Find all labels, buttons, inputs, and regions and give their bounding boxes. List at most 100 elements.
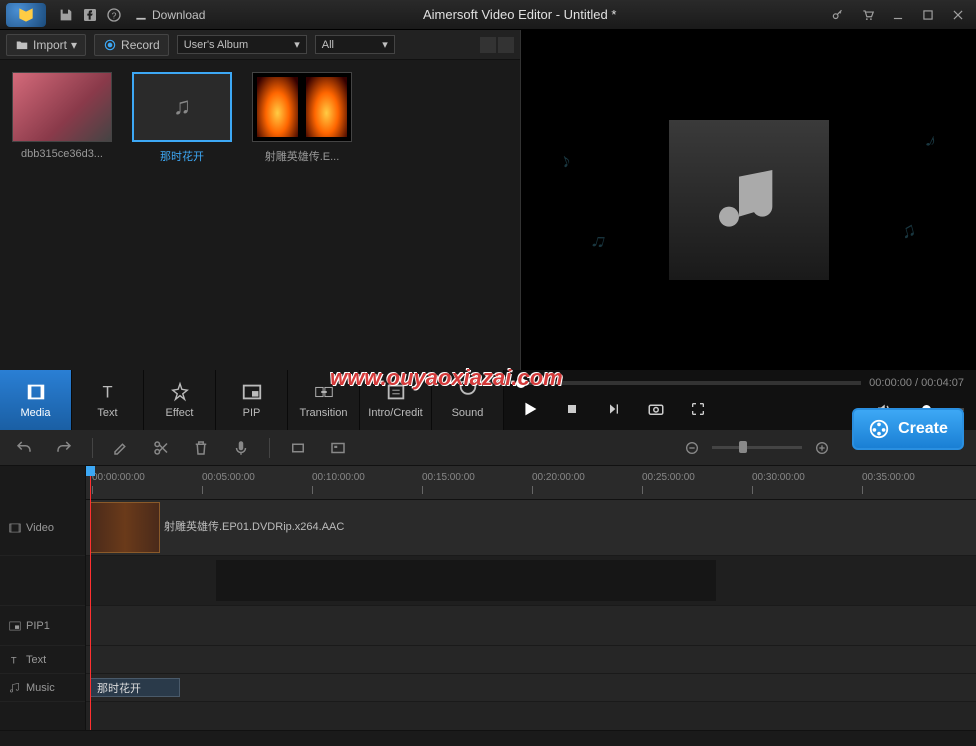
timeline-tracks[interactable]: 00:00:00:00 00:05:00:00 00:10:00:00 00:15:0… bbox=[86, 466, 976, 730]
pip1-track[interactable] bbox=[86, 606, 976, 646]
svg-text:?: ? bbox=[112, 10, 117, 20]
media-item-1[interactable]: ♫那时花开 bbox=[132, 72, 232, 358]
track-label-music[interactable]: Music bbox=[0, 674, 85, 702]
media-grid: dbb315ce36d3... ♫那时花开 射雕英雄传.E... bbox=[0, 60, 520, 370]
music-clip[interactable]: 那时花开 bbox=[90, 678, 180, 697]
timeline-toolbar bbox=[0, 430, 976, 466]
key-icon[interactable] bbox=[826, 3, 850, 27]
maximize-button[interactable] bbox=[916, 3, 940, 27]
music-note-icon bbox=[709, 160, 789, 240]
ruler-tick: 00:30:00:00 bbox=[752, 472, 805, 483]
media-toolbar: Import ▾ Record User's Album▾ All▾ bbox=[0, 30, 520, 60]
media-item-label: 那时花开 bbox=[132, 148, 232, 164]
folder-icon bbox=[15, 38, 29, 52]
close-button[interactable] bbox=[946, 3, 970, 27]
preview-album-art bbox=[669, 120, 829, 280]
media-item-2[interactable]: 射雕英雄传.E... bbox=[252, 72, 352, 358]
media-item-label: dbb315ce36d3... bbox=[12, 148, 112, 160]
seek-slider[interactable] bbox=[516, 381, 861, 385]
app-logo bbox=[6, 3, 46, 27]
ruler-tick: 00:20:00:00 bbox=[532, 472, 585, 483]
music-track[interactable]: 那时花开 bbox=[86, 674, 976, 702]
tab-transition[interactable]: Transition bbox=[288, 370, 360, 430]
minimize-button[interactable] bbox=[886, 3, 910, 27]
ruler-tick: 00:15:00:00 bbox=[422, 472, 475, 483]
text-track[interactable] bbox=[86, 646, 976, 674]
voiceover-button[interactable] bbox=[229, 436, 253, 460]
chevron-down-icon: ▾ bbox=[71, 38, 77, 52]
time-display: 00:00:00 / 00:04:07 bbox=[869, 377, 964, 389]
ruler-tick: 00:10:00:00 bbox=[312, 472, 365, 483]
snapshot-button[interactable] bbox=[642, 395, 670, 423]
video-clip-name: 射雕英雄传.EP01.DVDRip.x264.AAC bbox=[164, 518, 344, 534]
cart-icon[interactable] bbox=[856, 3, 880, 27]
undo-button[interactable] bbox=[12, 436, 36, 460]
redo-button[interactable] bbox=[52, 436, 76, 460]
create-label: Create bbox=[898, 420, 948, 438]
zoom-slider[interactable] bbox=[712, 446, 802, 449]
track-labels: Video PIP1 T Text Music bbox=[0, 466, 86, 730]
download-label: Download bbox=[152, 8, 205, 22]
spacer-clip[interactable] bbox=[216, 560, 716, 601]
track-label-pip1[interactable]: PIP1 bbox=[0, 606, 85, 646]
list-view-button[interactable] bbox=[498, 37, 514, 53]
music-icon bbox=[8, 681, 22, 695]
facebook-icon[interactable] bbox=[78, 3, 102, 27]
edit-clip-button[interactable] bbox=[109, 436, 133, 460]
window-title: Aimersoft Video Editor - Untitled * bbox=[213, 7, 826, 22]
zoom-control bbox=[680, 436, 834, 460]
track-label-video[interactable]: Video bbox=[0, 500, 85, 556]
split-button[interactable] bbox=[149, 436, 173, 460]
zoom-out-button[interactable] bbox=[680, 436, 704, 460]
track-label-text[interactable]: T Text bbox=[0, 646, 85, 674]
chevron-down-icon: ▾ bbox=[382, 38, 388, 51]
tab-pip[interactable]: PIP bbox=[216, 370, 288, 430]
text-icon: T bbox=[8, 653, 22, 667]
mosaic-button[interactable] bbox=[326, 436, 350, 460]
tab-text[interactable]: TText bbox=[72, 370, 144, 430]
play-button[interactable] bbox=[516, 395, 544, 423]
playhead[interactable] bbox=[90, 466, 91, 730]
ruler-tick: 00:25:00:00 bbox=[642, 472, 695, 483]
video-clip[interactable] bbox=[90, 502, 160, 553]
record-icon bbox=[103, 38, 117, 52]
ruler-tick: 00:35:00:00 bbox=[862, 472, 915, 483]
tabs: MediaTTextEffectPIPTransitionIntro/Credi… bbox=[0, 370, 504, 430]
tab-media[interactable]: Media bbox=[0, 370, 72, 430]
zoom-in-button[interactable] bbox=[810, 436, 834, 460]
svg-text:T: T bbox=[11, 655, 17, 665]
delete-button[interactable] bbox=[189, 436, 213, 460]
record-button[interactable]: Record bbox=[94, 34, 169, 56]
album-dropdown[interactable]: User's Album▾ bbox=[177, 35, 307, 54]
titlebar: ? Download Aimersoft Video Editor - Unti… bbox=[0, 0, 976, 30]
chevron-down-icon: ▾ bbox=[294, 38, 300, 51]
stop-button[interactable] bbox=[558, 395, 586, 423]
media-item-0[interactable]: dbb315ce36d3... bbox=[12, 72, 112, 358]
grid-view-button[interactable] bbox=[480, 37, 496, 53]
timeline: Video PIP1 T Text Music 00:00:00:00 00:05… bbox=[0, 430, 976, 746]
filter-dropdown[interactable]: All▾ bbox=[315, 35, 395, 54]
timeline-scrollbar[interactable] bbox=[0, 730, 976, 746]
timeline-ruler[interactable]: 00:00:00:00 00:05:00:00 00:10:00:00 00:15:0… bbox=[86, 466, 976, 500]
video-track[interactable]: 射雕英雄传.EP01.DVDRip.x264.AAC bbox=[86, 500, 976, 556]
svg-text:T: T bbox=[102, 384, 112, 402]
tab-sound[interactable]: Sound bbox=[432, 370, 504, 430]
tab-introcredit[interactable]: Intro/Credit bbox=[360, 370, 432, 430]
crop-button[interactable] bbox=[286, 436, 310, 460]
step-forward-button[interactable] bbox=[600, 395, 628, 423]
help-icon[interactable]: ? bbox=[102, 3, 126, 27]
record-label: Record bbox=[121, 38, 160, 52]
ruler-tick: 00:00:00:00 bbox=[92, 472, 145, 483]
fullscreen-button[interactable] bbox=[684, 395, 712, 423]
ruler-tick: 00:05:00:00 bbox=[202, 472, 255, 483]
download-button[interactable]: Download bbox=[126, 8, 213, 22]
create-button[interactable]: Create bbox=[852, 408, 964, 450]
spacer-track[interactable] bbox=[86, 556, 976, 606]
media-item-label: 射雕英雄传.E... bbox=[252, 148, 352, 164]
download-icon bbox=[134, 8, 148, 22]
film-icon bbox=[8, 521, 22, 535]
import-button[interactable]: Import ▾ bbox=[6, 34, 86, 56]
tab-effect[interactable]: Effect bbox=[144, 370, 216, 430]
reel-icon bbox=[868, 418, 890, 440]
save-icon[interactable] bbox=[54, 3, 78, 27]
